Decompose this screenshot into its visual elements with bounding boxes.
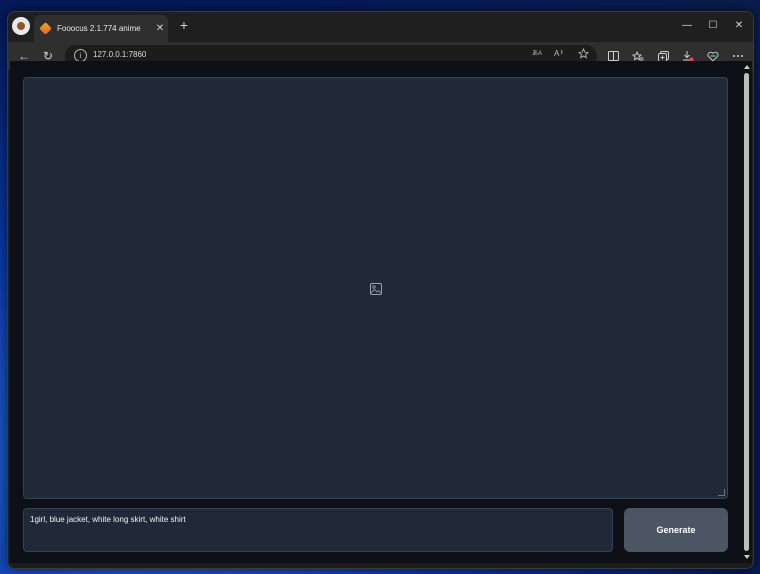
minimize-button[interactable]: — [674, 15, 700, 35]
avatar-image [17, 22, 25, 30]
page-scrollbar[interactable] [742, 61, 752, 563]
image-output-panel[interactable] [23, 77, 728, 499]
scroll-up-arrow-icon[interactable] [744, 65, 750, 69]
new-tab-button[interactable]: + [174, 17, 194, 33]
read-aloud-icon[interactable]: A [551, 48, 567, 60]
profile-avatar[interactable] [12, 17, 30, 35]
image-placeholder-icon [370, 283, 382, 295]
svg-text:あA: あA [532, 50, 542, 57]
tab-close-icon[interactable]: ✕ [152, 23, 168, 34]
scroll-down-arrow-icon[interactable] [744, 555, 750, 559]
page-content: 1girl, blue jacket, white long skirt, wh… [10, 61, 742, 563]
close-window-button[interactable]: ✕ [726, 15, 752, 35]
title-bar: Fooocus 2.1.774 anime ✕ + — ☐ ✕ [8, 12, 753, 42]
fooocus-favicon-icon [39, 22, 52, 35]
browser-window: Fooocus 2.1.774 anime ✕ + — ☐ ✕ ← ↻ i 12… [7, 11, 754, 569]
url-text: 127.0.0.1:7860 [93, 50, 147, 59]
svg-text:A: A [554, 49, 560, 58]
scroll-thumb[interactable] [744, 73, 749, 551]
browser-tab[interactable]: Fooocus 2.1.774 anime ✕ [34, 15, 168, 42]
generate-button[interactable]: Generate [624, 508, 728, 552]
favorite-star-icon[interactable] [575, 47, 591, 61]
tab-title: Fooocus 2.1.774 anime [57, 24, 141, 33]
translate-icon[interactable]: あA [529, 48, 545, 59]
maximize-button[interactable]: ☐ [700, 15, 726, 35]
resize-handle[interactable] [718, 489, 725, 496]
prompt-input[interactable]: 1girl, blue jacket, white long skirt, wh… [23, 508, 613, 552]
